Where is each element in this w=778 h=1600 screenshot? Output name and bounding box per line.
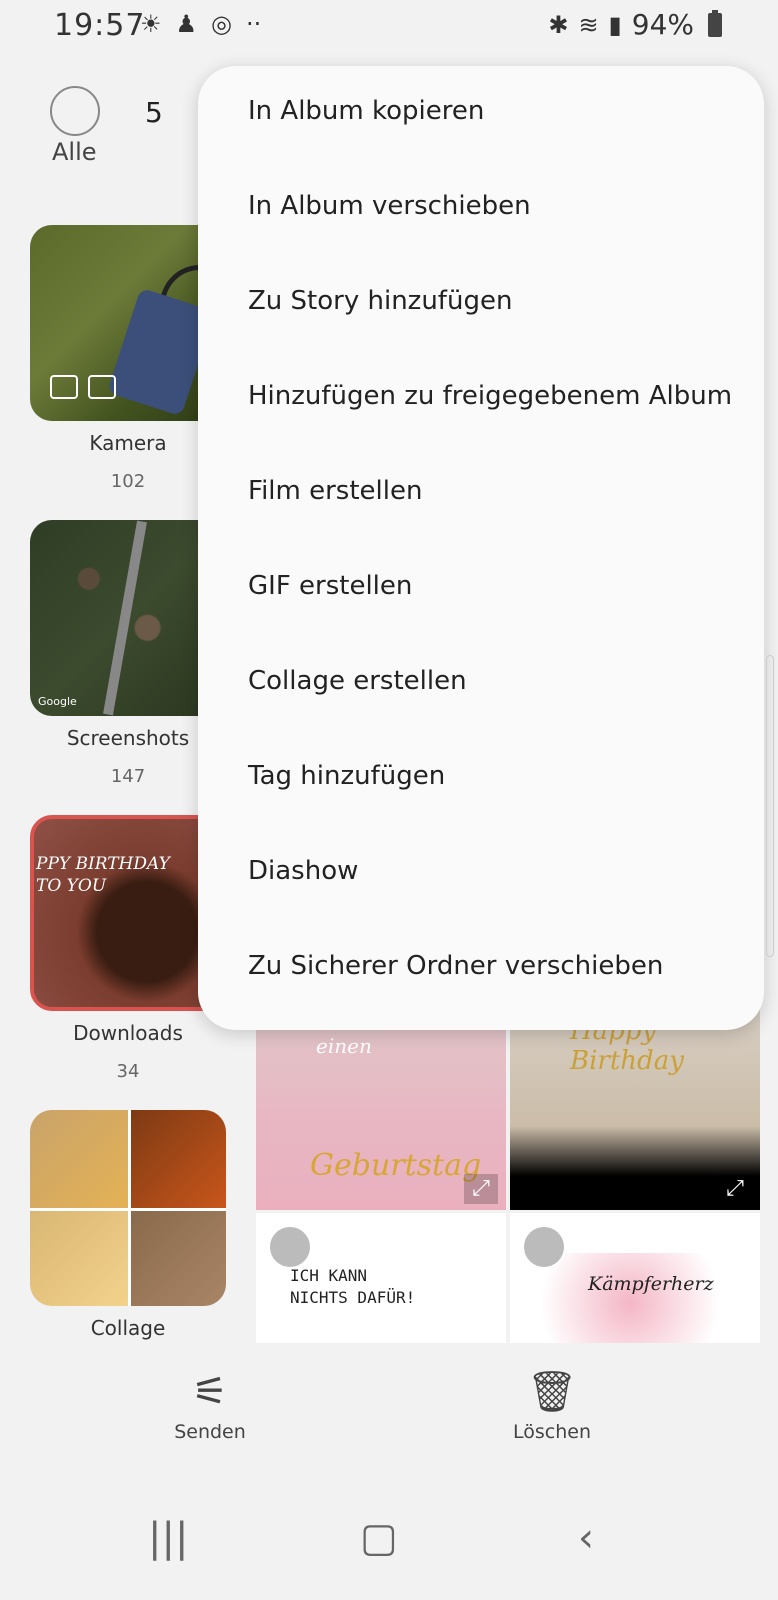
image-tile[interactable]: Ich wünsche dir einen Geburtstag ⤢ (256, 1000, 506, 1210)
overflow-menu: In Album kopieren In Album verschieben Z… (198, 66, 764, 1030)
image-tile[interactable]: ICH KANN NICHTS DAFÜR! (256, 1213, 506, 1343)
bottom-action-bar: ⚟ Senden 🗑 Löschen (0, 1345, 778, 1465)
menu-item-move-to-album[interactable]: In Album verschieben (248, 191, 531, 221)
select-all-checkbox[interactable] (50, 86, 100, 136)
nfc-icon: ◎ (211, 10, 232, 38)
expand-icon[interactable]: ⤢ (464, 1174, 498, 1204)
status-icons-left: ☀ ♟ ◎ ·· (140, 10, 261, 38)
delete-button[interactable]: 🗑 Löschen (482, 1369, 622, 1443)
album-downloads[interactable]: PPY BIRTHDAY TO YOU Downloads 34 (30, 815, 226, 1082)
menu-item-add-to-story[interactable]: Zu Story hinzufügen (248, 286, 512, 316)
expand-icon[interactable]: ⤢ (718, 1174, 752, 1204)
album-thumbnail (30, 1110, 226, 1306)
status-bar: 19:57 ☀ ♟ ◎ ·· ✱ ≋ ▮ 94% (0, 0, 778, 52)
image-tile[interactable]: Happy Birthday ⤢ (510, 1000, 760, 1210)
menu-item-slideshow[interactable]: Diashow (248, 856, 358, 886)
home-icon[interactable]: ▢ (360, 1515, 398, 1561)
tile-text: Geburtstag (310, 1148, 482, 1183)
send-button[interactable]: ⚟ Senden (140, 1369, 280, 1443)
navigation-bar: ||| ▢ ‹ (0, 1495, 778, 1600)
more-dots-icon: ·· (245, 10, 262, 38)
back-icon[interactable]: ‹ (578, 1515, 594, 1561)
menu-item-add-tag[interactable]: Tag hinzufügen (248, 761, 445, 791)
select-circle[interactable] (268, 1225, 312, 1269)
share-icon: ⚟ (192, 1369, 228, 1415)
album-count: 34 (116, 1061, 140, 1082)
menu-item-create-collage[interactable]: Collage erstellen (248, 666, 467, 696)
scrollbar[interactable] (766, 655, 774, 957)
menu-item-add-to-shared-album[interactable]: Hinzufügen zu freigegebenem Album (248, 381, 732, 411)
wifi-icon: ≋ (578, 10, 599, 39)
album-name: Screenshots (66, 726, 190, 750)
bluetooth-icon: ✱ (548, 10, 569, 39)
tile-text: Kämpferherz (588, 1273, 714, 1295)
tile-text: ICH KANN NICHTS DAFÜR! (290, 1266, 416, 1307)
album-count: 102 (110, 471, 146, 492)
sd-card-icon (88, 375, 116, 399)
figure-icon: ♟ (175, 10, 198, 38)
album-thumbnail: Google (30, 520, 226, 716)
google-watermark: Google (38, 695, 77, 708)
album-name: Downloads (73, 1021, 183, 1045)
trash-icon: 🗑 (526, 1369, 578, 1415)
battery-percent: 94% (631, 8, 694, 41)
battery-icon (708, 9, 722, 37)
album-kamera[interactable]: Kamera 102 (30, 225, 226, 492)
album-name: Collage (90, 1316, 166, 1340)
select-circle[interactable] (522, 1225, 566, 1269)
album-thumbnail-selected: PPY BIRTHDAY TO YOU (30, 815, 226, 1011)
signal-icon: ▮ (608, 10, 622, 39)
delete-label: Löschen (513, 1421, 591, 1443)
thumbnail-text: PPY BIRTHDAY TO YOU (36, 854, 170, 896)
select-all-label: Alle (52, 138, 97, 166)
menu-item-create-movie[interactable]: Film erstellen (248, 476, 422, 506)
menu-item-create-gif[interactable]: GIF erstellen (248, 571, 412, 601)
status-time: 19:57 (54, 8, 146, 43)
image-tile[interactable]: Kämpferherz (510, 1213, 760, 1343)
album-thumbnail (30, 225, 226, 421)
album-collage[interactable]: Collage (30, 1110, 226, 1340)
album-screenshots[interactable]: Google Screenshots 147 (30, 520, 226, 787)
menu-item-copy-to-album[interactable]: In Album kopieren (248, 96, 484, 126)
album-count: 147 (110, 766, 146, 787)
status-icons-right: ✱ ≋ ▮ 94% (548, 8, 722, 41)
recent-apps-icon[interactable]: ||| (148, 1515, 188, 1561)
camera-icon (50, 375, 78, 399)
album-name: Kamera (89, 431, 167, 455)
weather-icon: ☀ (140, 10, 162, 38)
menu-item-move-to-secure-folder[interactable]: Zu Sicherer Ordner verschieben (248, 951, 663, 981)
selected-count: 5 (145, 96, 163, 129)
send-label: Senden (174, 1421, 246, 1443)
